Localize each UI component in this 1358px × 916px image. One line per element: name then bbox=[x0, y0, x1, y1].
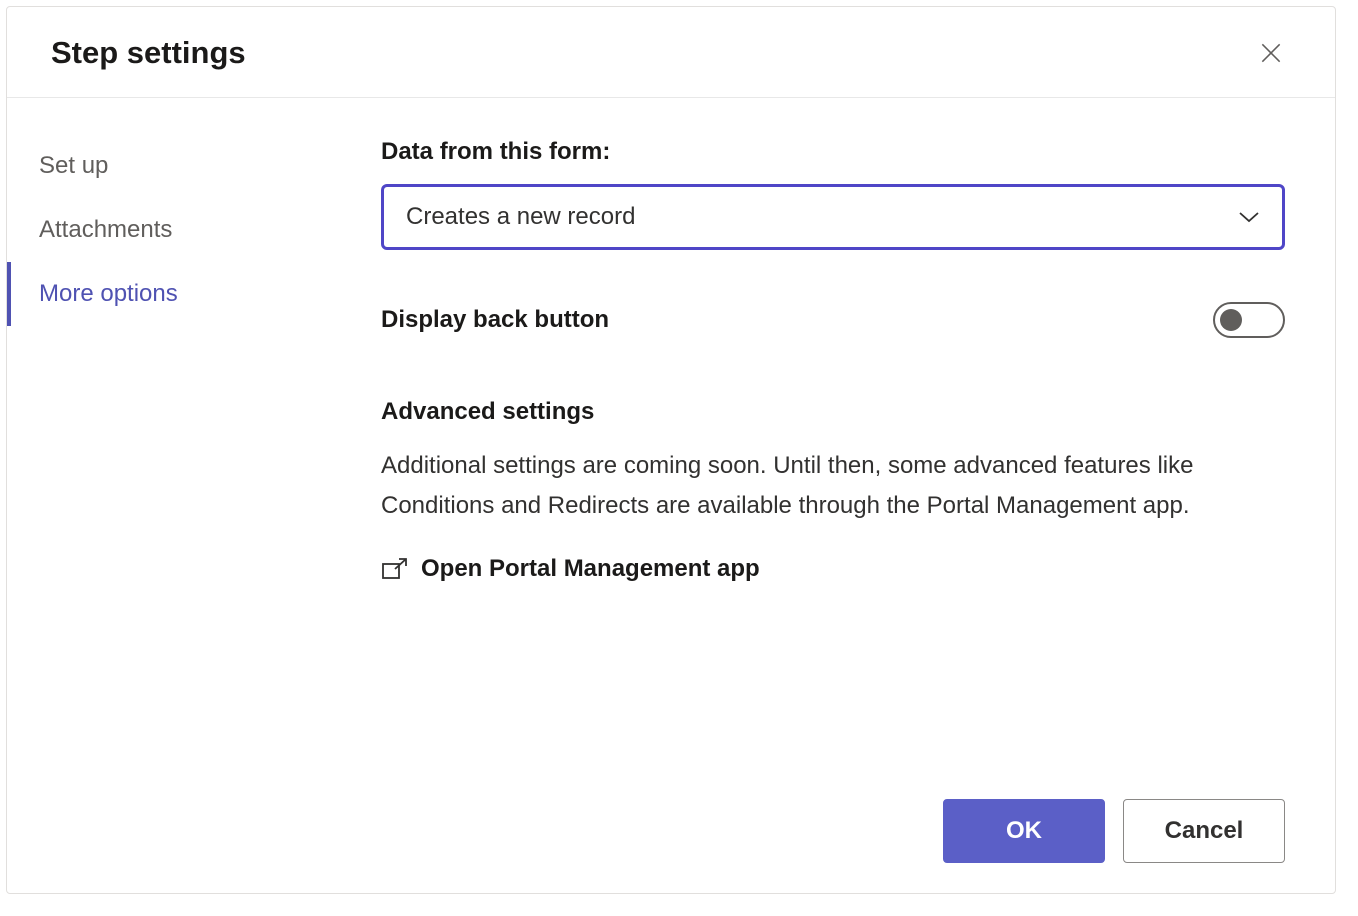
display-back-row: Display back button bbox=[381, 302, 1285, 338]
main-pane: Data from this form: Creates a new recor… bbox=[357, 98, 1335, 769]
cancel-button[interactable]: Cancel bbox=[1123, 799, 1285, 863]
cancel-button-label: Cancel bbox=[1165, 817, 1244, 845]
step-settings-dialog: Step settings Set up Attachments More op… bbox=[6, 6, 1336, 894]
toggle-knob bbox=[1220, 309, 1242, 331]
sidebar-item-attachments[interactable]: Attachments bbox=[7, 198, 357, 262]
advanced-settings-heading: Advanced settings bbox=[381, 398, 1285, 426]
open-portal-management-label: Open Portal Management app bbox=[421, 555, 760, 583]
sidebar-item-label: Set up bbox=[39, 152, 108, 179]
close-icon bbox=[1258, 40, 1284, 66]
display-back-label: Display back button bbox=[381, 306, 609, 334]
dialog-title: Step settings bbox=[51, 35, 246, 71]
open-portal-management-link[interactable]: Open Portal Management app bbox=[381, 555, 1285, 583]
dialog-footer: OK Cancel bbox=[7, 769, 1335, 893]
sidebar-item-more-options[interactable]: More options bbox=[7, 262, 357, 326]
advanced-settings-description: Additional settings are coming soon. Unt… bbox=[381, 446, 1285, 525]
sidebar-item-label: Attachments bbox=[39, 216, 172, 243]
data-form-select[interactable]: Creates a new record bbox=[381, 184, 1285, 250]
ok-button[interactable]: OK bbox=[943, 799, 1105, 863]
ok-button-label: OK bbox=[1006, 817, 1042, 845]
dialog-header: Step settings bbox=[7, 7, 1335, 98]
sidebar-item-setup[interactable]: Set up bbox=[7, 134, 357, 198]
open-external-icon bbox=[381, 557, 409, 581]
chevron-down-icon bbox=[1238, 210, 1260, 224]
close-button[interactable] bbox=[1251, 33, 1291, 73]
display-back-toggle[interactable] bbox=[1213, 302, 1285, 338]
data-form-label: Data from this form: bbox=[381, 138, 1285, 166]
sidebar-item-label: More options bbox=[39, 280, 178, 307]
select-value: Creates a new record bbox=[406, 203, 635, 231]
dialog-body: Set up Attachments More options Data fro… bbox=[7, 98, 1335, 769]
sidebar: Set up Attachments More options bbox=[7, 98, 357, 769]
